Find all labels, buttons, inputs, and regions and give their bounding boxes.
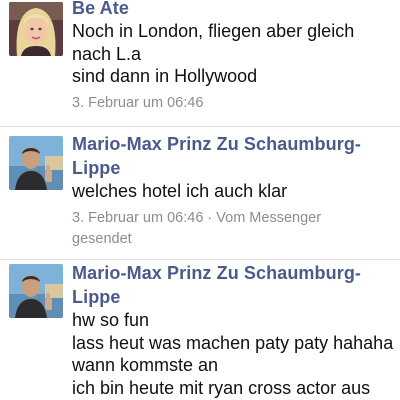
message-meta-line: gesendet (72, 230, 132, 247)
message-text-line: lass heut was machen paty paty hahaha (72, 332, 394, 353)
avatar-photo-man-thumbs-up (9, 136, 63, 190)
message-timestamp[interactable]: 3. Februar um 06:46 (72, 93, 396, 114)
sender-name-line: Lippe (72, 287, 121, 307)
message-item: Be Ate Noch in London, fliegen aber glei… (0, 0, 400, 126)
avatar-photo-man-thumbs-up (9, 264, 63, 318)
sender-name-line: Mario-Max Prinz Zu Schaumburg- (72, 134, 362, 154)
sender-name[interactable]: Mario-Max Prinz Zu Schaumburg- Lippe (72, 132, 396, 180)
message-item: Mario-Max Prinz Zu Schaumburg- Lippe hw … (0, 260, 400, 400)
message-text-line: ich bin heute mit ryan cross actor aus (72, 377, 371, 398)
message-text-line: welches hotel ich auch klar (72, 181, 288, 201)
message-meta-line: 3. Februar um 06:46 · Vom Messenger (72, 209, 322, 226)
message-text-line: hw so fun (72, 310, 150, 330)
message-content: Be Ate Noch in London, fliegen aber glei… (72, 0, 396, 114)
message-item: Mario-Max Prinz Zu Schaumburg- Lippe wel… (0, 127, 400, 259)
avatar-photo-blonde-woman (9, 2, 63, 56)
message-text-line: Noch in London, fliegen aber gleich (72, 21, 355, 41)
avatar[interactable] (9, 136, 63, 190)
message-content: Mario-Max Prinz Zu Schaumburg- Lippe wel… (72, 132, 396, 250)
sender-name-line: Mario-Max Prinz Zu Schaumburg- (72, 263, 362, 283)
message-text-line: wann kommste an (72, 355, 219, 375)
sender-name[interactable]: Be Ate (72, 0, 396, 20)
sender-name[interactable]: Mario-Max Prinz Zu Schaumburg- Lippe (72, 261, 396, 309)
message-content: Mario-Max Prinz Zu Schaumburg- Lippe hw … (72, 261, 396, 399)
avatar[interactable] (9, 264, 63, 318)
message-timestamp[interactable]: 3. Februar um 06:46 · Vom Messenger gese… (72, 208, 396, 250)
message-text-line: sind dann in Hollywood (72, 66, 258, 86)
message-text-line: nach L.a (72, 43, 142, 64)
avatar[interactable] (9, 2, 63, 56)
sender-name-line: Lippe (72, 158, 121, 178)
message-thread: Be Ate Noch in London, fliegen aber glei… (0, 0, 400, 400)
